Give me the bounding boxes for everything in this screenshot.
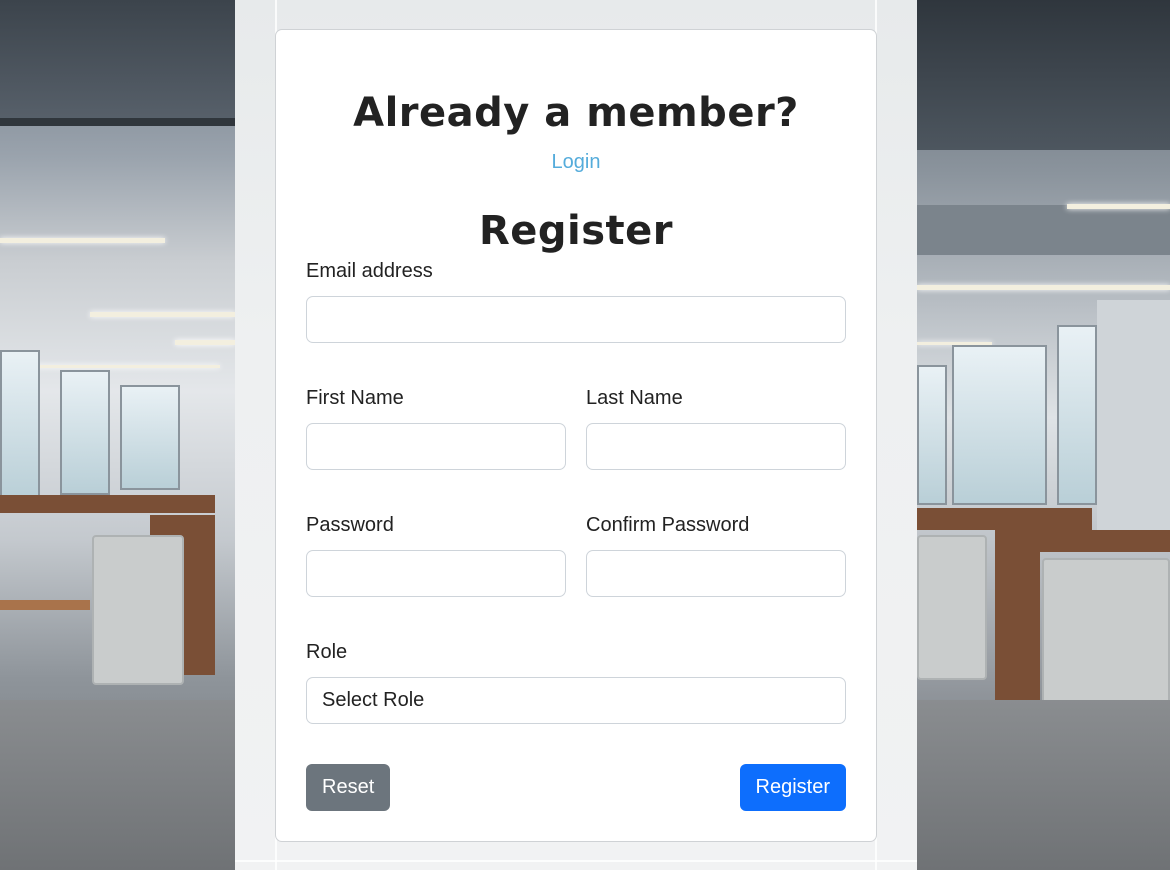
email-field[interactable] (306, 296, 846, 343)
register-card: Already a member? Login Register Email a… (275, 29, 877, 842)
confirm-password-field[interactable] (586, 550, 846, 597)
login-link[interactable]: Login (276, 151, 876, 174)
register-heading: Register (478, 208, 674, 254)
background-left-office (0, 0, 235, 870)
role-label: Role (306, 641, 348, 663)
register-button[interactable]: Register (739, 764, 846, 811)
first-name-label: First Name (306, 387, 404, 409)
first-name-field[interactable] (306, 423, 566, 470)
password-label: Password (306, 514, 394, 536)
last-name-field[interactable] (586, 423, 846, 470)
role-select[interactable]: Select Role (306, 677, 846, 724)
password-field[interactable] (306, 550, 566, 597)
email-label: Email address (306, 260, 433, 282)
confirm-password-label: Confirm Password (586, 514, 750, 536)
reset-button[interactable]: Reset (306, 764, 391, 811)
last-name-label: Last Name (586, 387, 683, 409)
role-select-value: Select Role (322, 689, 425, 711)
already-member-heading: Already a member? (353, 90, 799, 136)
background-right-office (917, 0, 1170, 870)
